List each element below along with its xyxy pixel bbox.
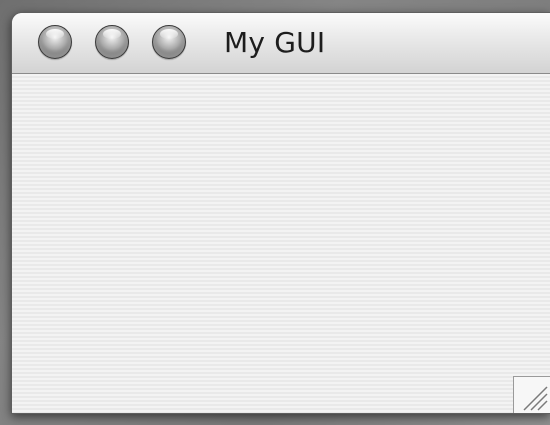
resize-grip[interactable]	[513, 376, 550, 413]
zoom-button[interactable]	[152, 25, 186, 59]
resize-grip-icon	[523, 386, 548, 411]
minimize-button[interactable]	[95, 25, 129, 59]
close-button[interactable]	[38, 25, 72, 59]
title-bar[interactable]: My GUI	[12, 13, 550, 74]
window-title: My GUI	[224, 26, 326, 59]
app-window: My GUI	[11, 12, 550, 414]
window-content	[12, 74, 550, 413]
